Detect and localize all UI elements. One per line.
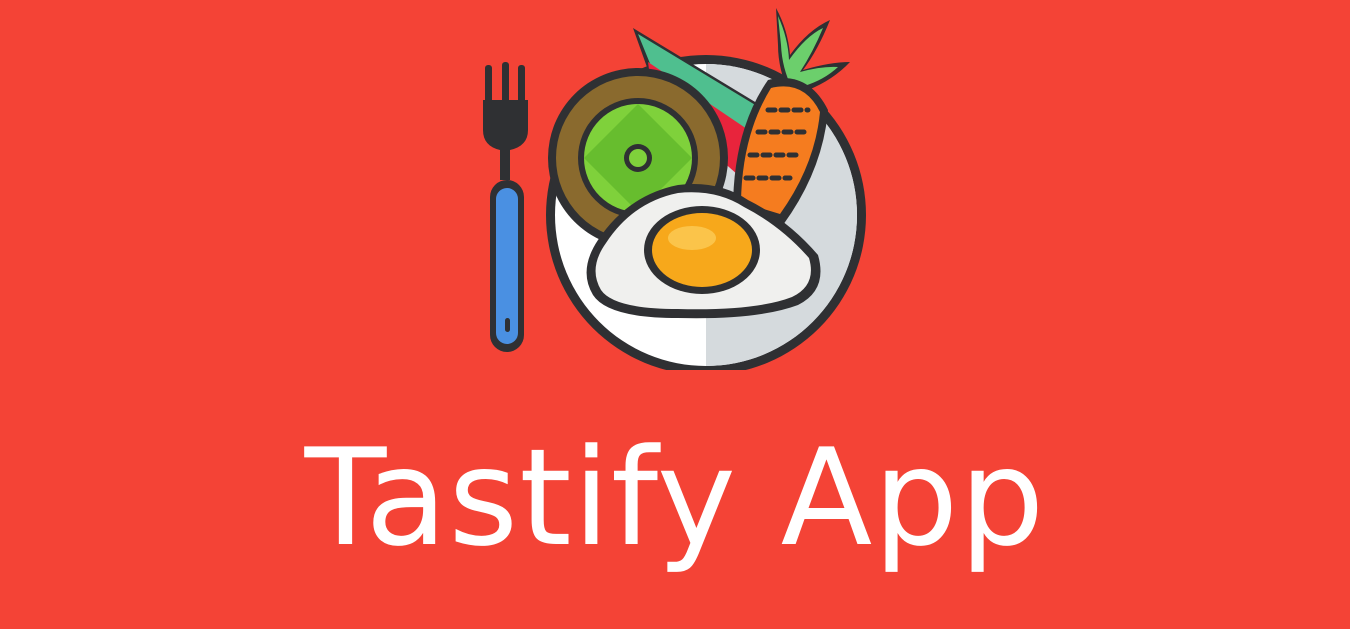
food-plate-with-fork-icon (478, 0, 878, 370)
app-title: Tastify App (304, 420, 1046, 576)
fork-icon (483, 62, 528, 352)
splash-screen: Tastify App (0, 0, 1350, 629)
